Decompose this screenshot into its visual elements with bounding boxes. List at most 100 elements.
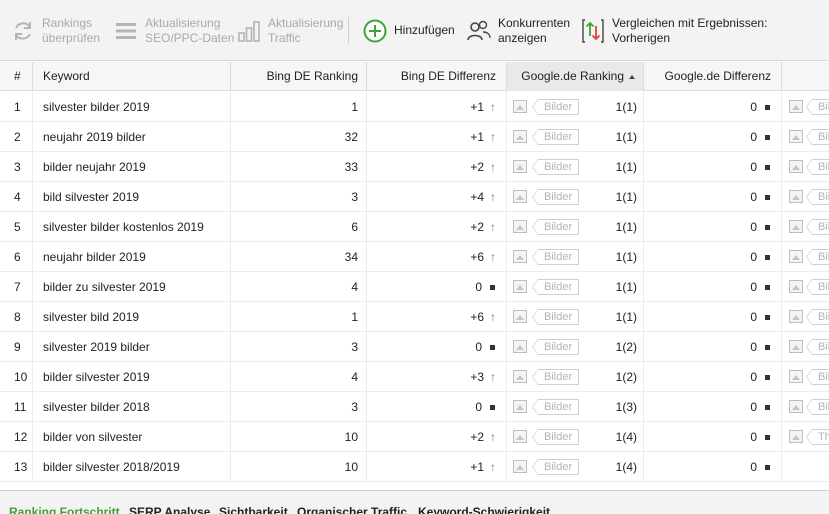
serp-feature-tag[interactable]: Bilder — [531, 99, 580, 115]
keyword-cell[interactable]: bilder silvester 2019 — [33, 362, 231, 392]
image-icon — [789, 430, 803, 443]
tab-4[interactable]: Organischer Traffic — [297, 505, 407, 514]
keyword-cell[interactable]: bilder neujahr 2019 — [33, 152, 231, 182]
col-header-number[interactable]: # — [0, 62, 33, 91]
google-ranking-cell: Bilder 1(1) — [507, 92, 644, 122]
image-icon — [513, 160, 527, 173]
serp-feature-tag[interactable]: Bilder — [531, 309, 580, 325]
keyword-cell[interactable]: silvester bild 2019 — [33, 302, 231, 332]
show-competitors-button[interactable]: Konkurrenten anzeigen — [466, 0, 570, 61]
bing-diff-cell: 0 — [367, 272, 507, 302]
image-icon — [513, 220, 527, 233]
bing-ranking-cell: 32 — [231, 122, 367, 152]
table-row[interactable]: 5 silvester bilder kostenlos 2019 6 +2 ↑ Bild… — [0, 212, 829, 242]
table-row[interactable]: 11silvester bilder 20183 0 Bilder 1(3) 0 Bil — [0, 392, 829, 422]
row-number: 10 — [0, 362, 33, 392]
google-diff-cell: 0 — [644, 332, 782, 362]
bing-diff-cell: +6 ↑ — [367, 302, 507, 332]
col-header-keyword[interactable]: Keyword — [33, 62, 231, 91]
table-row[interactable]: 13 bilder silvester 2018/2019 10 +1 ↑ Bilder 1… — [0, 452, 829, 482]
google-ranking-cell: Bilder 1(1) — [507, 242, 644, 272]
google-ranking-value: 1(1) — [615, 250, 637, 264]
no-change-icon — [765, 345, 770, 351]
update-traffic-button[interactable]: Aktualisierung Traffic — [236, 0, 343, 61]
col-header-google-ranking[interactable]: Google.de Ranking — [507, 62, 644, 91]
competitors-line2: anzeigen — [498, 30, 547, 45]
table-header: # Keyword Bing DE Ranking Bing DE Differ… — [0, 62, 829, 91]
serp-feature-tag[interactable]: Bilder — [531, 429, 580, 445]
table-row[interactable]: 8silvester bild 20191 +6 ↑ Bilder 1(1) 0 Bil — [0, 302, 829, 332]
extra-serp-cell: Bil — [782, 272, 829, 302]
arrow-up-icon: ↑ — [490, 370, 496, 384]
compare-results-button[interactable]: Vergleichen mit Ergebnissen: Vorherigen — [580, 0, 767, 61]
compare-line2: Vorherigen — [612, 30, 671, 45]
check-rankings-line1: Rankings — [42, 15, 93, 30]
table-row[interactable]: 6neujahr bilder 201934 +6 ↑ Bilder 1(1) 0 Bil — [0, 242, 829, 272]
bing-diff-value: +2 — [470, 430, 484, 444]
table-row[interactable]: 9silvester 2019 bilder3 0 Bilder 1(2) 0 Bil — [0, 332, 829, 362]
serp-feature-tag[interactable]: Bilder — [531, 129, 580, 145]
col-header-extra[interactable] — [782, 62, 829, 91]
serp-feature-tag[interactable]: Bilder — [531, 219, 580, 235]
keyword-cell[interactable]: bild silvester 2019 — [33, 182, 231, 212]
keyword-cell[interactable]: neujahr 2019 bilder — [33, 122, 231, 152]
keyword-cell[interactable]: bilder zu silvester 2019 — [33, 272, 231, 302]
google-diff-cell: 0 — [644, 242, 782, 272]
keyword-cell[interactable]: bilder von silvester — [33, 422, 231, 452]
col-header-google-diff[interactable]: Google.de Differenz — [644, 62, 782, 91]
serp-feature-tag: Bil — [805, 99, 829, 115]
extra-serp-cell: Bil — [782, 392, 829, 422]
keyword-cell[interactable]: silvester bilder 2019 — [33, 92, 231, 122]
add-button[interactable]: Hinzufügen — [362, 0, 455, 61]
add-label: Hinzufügen — [394, 23, 455, 37]
google-ranking-value: 1(1) — [615, 310, 637, 324]
serp-feature-tag: Bil — [805, 129, 829, 145]
google-ranking-value: 1(1) — [615, 130, 637, 144]
serp-feature-tag[interactable]: Bilder — [531, 249, 580, 265]
serp-feature-tag: Th — [806, 429, 829, 445]
tab-5[interactable]: Keyword-Schwierigkeit — [418, 505, 550, 514]
table-row[interactable]: 2neujahr 2019 bilder32 +1 ↑ Bilder 1(1) 0 Bil — [0, 122, 829, 152]
image-icon — [789, 400, 803, 413]
row-number: 5 — [0, 212, 33, 242]
row-number: 7 — [0, 272, 33, 302]
row-number: 3 — [0, 152, 33, 182]
image-icon — [789, 220, 803, 233]
serp-feature-tag[interactable]: Bilder — [531, 159, 580, 175]
table-row[interactable]: 3bilder neujahr 201933 +2 ↑ Bilder 1(1) 0 Bil — [0, 152, 829, 182]
table-row[interactable]: 4bild silvester 20193 +4 ↑ Bilder 1(1) 0 Bil — [0, 182, 829, 212]
table-row[interactable]: 1silvester bilder 20191 +1 ↑ Bilder 1(1) 0 Bil — [0, 92, 829, 122]
google-ranking-cell: Bilder 1(1) — [507, 302, 644, 332]
image-icon — [789, 100, 803, 113]
update-seo-button[interactable]: Aktualisierung SEO/PPC-Daten — [113, 0, 234, 61]
google-diff-value: 0 — [750, 340, 757, 354]
tab-2[interactable]: SERP Analyse — [129, 505, 210, 514]
serp-feature-tag[interactable]: Bilder — [531, 279, 580, 295]
keyword-cell[interactable]: silvester bilder kostenlos 2019 — [33, 212, 231, 242]
serp-feature-tag[interactable]: Bilder — [531, 459, 580, 475]
table-row[interactable]: 10 bilder silvester 2019 4 +3 ↑ Bilder 1(2) 0 Bi… — [0, 362, 829, 392]
serp-feature-tag[interactable]: Bilder — [531, 189, 580, 205]
keyword-cell[interactable]: neujahr bilder 2019 — [33, 242, 231, 272]
serp-feature-tag[interactable]: Bilder — [531, 399, 580, 415]
col-header-bing-diff[interactable]: Bing DE Differenz — [367, 62, 507, 91]
extra-serp-cell: Bil — [782, 362, 829, 392]
bing-diff-value: 0 — [475, 280, 482, 294]
check-rankings-button[interactable]: Rankings überprüfen — [10, 0, 100, 61]
keyword-cell[interactable]: silvester 2019 bilder — [33, 332, 231, 362]
update-traffic-line2: Traffic — [268, 30, 301, 45]
table-row[interactable]: 12 bilder von silvester 10 +2 ↑ Bilder 1(4) 0 Th — [0, 422, 829, 452]
col-header-bing-ranking[interactable]: Bing DE Ranking — [231, 62, 367, 91]
google-diff-cell: 0 — [644, 422, 782, 452]
keyword-cell[interactable]: silvester bilder 2018 — [33, 392, 231, 422]
google-ranking-value: 1(2) — [615, 370, 637, 384]
bing-ranking-cell: 33 — [231, 152, 367, 182]
tab-1[interactable]: Ranking Fortschritt — [9, 505, 120, 514]
image-icon — [789, 310, 803, 323]
keyword-cell[interactable]: bilder silvester 2018/2019 — [33, 452, 231, 482]
table-row[interactable]: 7 bilder zu silvester 2019 4 0 Bilder 1(1) 0 Bi… — [0, 272, 829, 302]
serp-feature-tag[interactable]: Bilder — [531, 339, 580, 355]
no-change-icon — [765, 285, 770, 291]
tab-3[interactable]: Sichtbarkeit — [219, 505, 288, 514]
serp-feature-tag[interactable]: Bilder — [531, 369, 580, 385]
